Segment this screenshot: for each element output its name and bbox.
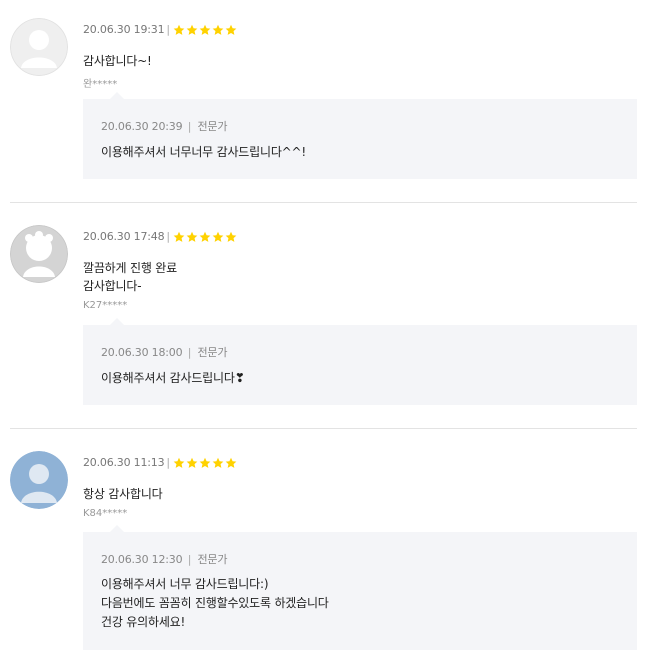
review-author: K27***** xyxy=(83,300,128,311)
seller-reply: 20.06.30 18:00 | 전문가 이용해주셔서 감사드립니다❣ xyxy=(83,325,637,405)
review-meta: 20.06.30 19:31 | xyxy=(83,23,238,36)
meta-separator: | xyxy=(166,456,170,469)
reply-date: 20.06.30 20:39 xyxy=(101,120,183,133)
seller-reply: 20.06.30 20:39 | 전문가 이용해주셔서 너무너무 감사드립니다^… xyxy=(83,99,637,179)
reply-meta: 20.06.30 12:30 | 전문가 xyxy=(101,551,227,567)
star-rating xyxy=(173,457,238,469)
reply-date: 20.06.30 18:00 xyxy=(101,346,183,359)
star-rating xyxy=(173,24,238,36)
reply-meta: 20.06.30 18:00 | 전문가 xyxy=(101,344,227,360)
default-avatar-icon xyxy=(10,18,68,76)
reply-role: 전문가 xyxy=(197,346,228,359)
reply-role: 전문가 xyxy=(197,553,228,566)
review-author: 완***** xyxy=(83,79,118,90)
star-icon xyxy=(225,457,237,468)
star-icon xyxy=(186,457,198,468)
star-icon xyxy=(199,457,211,468)
review-date: 20.06.30 11:13 xyxy=(83,456,165,469)
star-icon xyxy=(199,24,211,35)
star-icon xyxy=(225,24,237,35)
character-avatar-icon xyxy=(10,225,68,283)
star-icon xyxy=(212,231,224,242)
review-date: 20.06.30 19:31 xyxy=(83,23,165,36)
meta-separator: | xyxy=(166,230,170,243)
star-icon xyxy=(212,457,224,468)
star-icon xyxy=(225,231,237,242)
star-icon xyxy=(199,231,211,242)
reply-pointer xyxy=(110,525,124,532)
reply-role: 전문가 xyxy=(197,120,228,133)
star-icon xyxy=(186,24,198,35)
star-icon xyxy=(173,24,185,35)
reply-pointer xyxy=(110,92,124,99)
review-date: 20.06.30 17:48 xyxy=(83,230,165,243)
reply-pointer xyxy=(110,318,124,325)
meta-separator: | xyxy=(187,553,192,566)
reply-date: 20.06.30 12:30 xyxy=(101,553,183,566)
review-item: 20.06.30 19:31 | 감사합니다~! 완***** 20.06.30… xyxy=(0,0,652,202)
meta-separator: | xyxy=(187,120,192,133)
review-item: 20.06.30 11:13 | 항상 감사합니다 K84***** 20.06… xyxy=(0,429,652,662)
review-text: 감사합니다~! xyxy=(83,54,152,68)
review-text: 깔끔하게 진행 완료 감사합니다- xyxy=(83,261,177,293)
star-icon xyxy=(173,457,185,468)
review-text: 항상 감사합니다 xyxy=(83,487,163,501)
star-rating xyxy=(173,231,238,243)
reply-text: 이용해주셔서 너무너무 감사드립니다^^! xyxy=(101,145,306,159)
review-author: K84***** xyxy=(83,508,128,519)
star-icon xyxy=(212,24,224,35)
star-icon xyxy=(186,231,198,242)
review-item: 20.06.30 17:48 | 깔끔하게 진행 완료 감사합니다- K27**… xyxy=(0,203,652,428)
meta-separator: | xyxy=(187,346,192,359)
seller-reply: 20.06.30 12:30 | 전문가 이용해주셔서 너무 감사드립니다:) … xyxy=(83,532,637,650)
review-meta: 20.06.30 11:13 | xyxy=(83,456,238,469)
reply-meta: 20.06.30 20:39 | 전문가 xyxy=(101,118,227,134)
reply-text: 이용해주셔서 감사드립니다❣ xyxy=(101,371,245,385)
star-icon xyxy=(173,231,185,242)
meta-separator: | xyxy=(166,23,170,36)
blue-person-avatar-icon xyxy=(10,451,68,509)
reply-text: 이용해주셔서 너무 감사드립니다:) 다음번에도 꼼꼼히 진행할수있도록 하겠습… xyxy=(101,577,329,629)
review-meta: 20.06.30 17:48 | xyxy=(83,230,238,243)
